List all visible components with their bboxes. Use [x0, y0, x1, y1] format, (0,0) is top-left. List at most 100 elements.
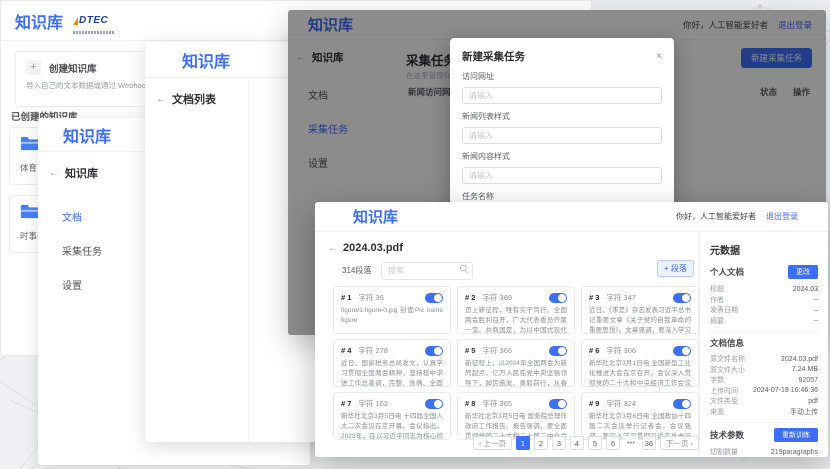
card-text: 近日，《求是》杂志发表习近平总书记重要文章《关于党的自我革命的重要思想》。文章强… — [589, 306, 691, 334]
meta-key: 作者 — [710, 295, 724, 305]
card-number: # 4 — [341, 346, 351, 355]
meta-value: – — [814, 296, 818, 303]
paragraph-card[interactable]: # 5 字符 366 新征程上，以2024年全国两会为新的起点，亿万人民在党中央坚强… — [457, 339, 575, 387]
logout-link[interactable]: 退出登录 — [766, 211, 798, 222]
enable-toggle[interactable] — [549, 346, 567, 356]
close-icon[interactable]: × — [656, 51, 662, 62]
enable-toggle[interactable] — [425, 293, 443, 303]
doc-header: 知识库 你好，人工智能爱好者 退出登录 — [315, 202, 828, 232]
card-text: 新征程上，以2024年全国两会为新的起点，亿万人民在党中央坚强领导下，踔厉奋发、… — [465, 359, 567, 387]
paragraph-card[interactable]: # 7字符 162新华社北京3月5日电 十四届全国人大二次会议在京开幕。会议指出… — [333, 392, 451, 440]
dtec-logo: DTEC — [73, 16, 108, 25]
field-list-style: 新闻列表样式 — [462, 111, 662, 144]
page-number-4[interactable]: 4 — [570, 436, 584, 450]
enable-toggle[interactable] — [673, 399, 691, 409]
back-arrow-icon[interactable] — [156, 94, 166, 105]
field-content-style: 新闻内容样式 — [462, 151, 662, 184]
page-number-last[interactable]: 36 — [642, 436, 656, 450]
enable-toggle[interactable] — [673, 346, 691, 356]
doclist-back-label: 文档列表 — [172, 91, 216, 107]
card-number: # 3 — [589, 293, 599, 302]
add-paragraph-button[interactable]: + 段落 — [657, 260, 694, 277]
card-number: # 6 — [589, 346, 599, 355]
meta-key: 字数 — [710, 375, 724, 385]
change-type-button[interactable]: 更改 — [788, 265, 818, 279]
meta-value: 2024-07-19 16:46:36 — [753, 387, 818, 394]
field-task-name-label: 任务名称 — [462, 191, 662, 202]
card-number: # 8 — [465, 399, 475, 408]
paragraph-card[interactable]: # 1 字符 36 figure/1-figure-0.jpg 封面Pic name… — [333, 286, 451, 334]
card-char-count: 字符 306 — [606, 345, 636, 356]
meta-value: – — [814, 307, 818, 314]
field-content-style-input[interactable] — [462, 167, 662, 184]
card-text: figure/1-figure-0.jpg 封面Pic name figure — [341, 306, 443, 334]
page-number-5[interactable]: 5 — [588, 436, 602, 450]
page-number-3[interactable]: 3 — [552, 436, 566, 450]
next-page-button[interactable]: 下一页 › — [660, 436, 699, 450]
user-greeting: 你好，人工智能爱好者 — [676, 211, 756, 222]
enable-toggle[interactable] — [549, 293, 567, 303]
tech-section-title: 技术参数 — [710, 429, 744, 441]
enable-toggle[interactable] — [673, 293, 691, 303]
card-char-count: 字符 365 — [482, 398, 512, 409]
paragraph-card[interactable]: # 9字符 324新华社北京3月6日电 全国政协十四届二次会议举行记者会。会议强… — [581, 392, 699, 440]
paragraph-count: 314段落 — [342, 265, 371, 276]
field-url-label: 访问网址 — [462, 71, 662, 82]
meta-key: 标题 — [710, 284, 724, 294]
card-char-count: 字符 162 — [358, 398, 388, 409]
dtec-logo-subtext — [73, 31, 115, 34]
page-number-6[interactable]: 6 — [606, 436, 620, 450]
field-list-style-input[interactable] — [462, 127, 662, 144]
page-number-2[interactable]: 2 — [534, 436, 548, 450]
folder-icon — [20, 136, 40, 151]
card-char-count: 字符 366 — [482, 345, 512, 356]
page-number-1[interactable]: 1 — [516, 436, 530, 450]
back-arrow-icon[interactable] — [328, 243, 338, 254]
meta-key: 切割数量 — [710, 447, 738, 457]
card-text: 迈上新征程，唯有实干笃行。全国两会胜利召开，广大代表委员齐聚一堂、共商国是，为以… — [465, 306, 567, 334]
meta-key: 文件类型 — [710, 396, 738, 406]
meta-key: 发表日期 — [710, 305, 738, 315]
back-arrow-icon[interactable] — [49, 168, 59, 179]
search-icon — [459, 264, 469, 274]
sidebar-divider — [248, 78, 249, 442]
enable-toggle[interactable] — [425, 346, 443, 356]
paragraph-card[interactable]: # 4字符 278近日，国家税务总局发文，认真学习贯彻全国两会精神，坚持稳中求进… — [333, 339, 451, 387]
card-char-count: 字符 278 — [358, 345, 388, 356]
dtec-logo-triangle-icon — [73, 17, 78, 25]
field-list-style-label: 新闻列表样式 — [462, 111, 662, 122]
paragraph-card-grid: # 1 字符 36 figure/1-figure-0.jpg 封面Pic name… — [333, 286, 699, 440]
prev-page-button[interactable]: ‹ 上一页 — [473, 436, 512, 450]
paragraph-card[interactable]: # 2字符 369迈上新征程，唯有实干笃行。全国两会胜利召开，广大代表委员齐聚一… — [457, 286, 575, 334]
enable-toggle[interactable] — [549, 399, 567, 409]
meta-value: 7.24 MB — [792, 366, 818, 373]
card-char-count: 字符 36 — [358, 292, 383, 303]
page-ellipsis[interactable]: ••• — [624, 436, 638, 450]
doc-type-label: 个人文档 — [710, 266, 744, 278]
card-number: # 1 — [341, 293, 351, 302]
section-divider — [710, 326, 818, 332]
card-char-count: 字符 369 — [482, 292, 512, 303]
card-char-count: 字符 347 — [606, 292, 636, 303]
enable-toggle[interactable] — [425, 399, 443, 409]
meta-key: 原文件大小 — [710, 365, 745, 375]
modal-title: 新建采集任务 — [462, 49, 525, 64]
desktop-canvas: 知识库 DTEC + 创建知识库 导入自己的文本数据或通过 Webhook 实时… — [0, 0, 830, 469]
card-text: 新华社北京3月1日电 全国新型工业化推进大会在京召开。会议深入贯彻党的二十大和中… — [589, 359, 691, 387]
pagination: ‹ 上一页 1 2 3 4 5 6 ••• 36 下一页 › — [333, 436, 699, 450]
retrain-button[interactable]: 重新训练 — [774, 428, 818, 442]
card-number: # 9 — [589, 399, 599, 408]
meta-value: 2024.03.pdf — [781, 356, 818, 363]
meta-key: 来源 — [710, 407, 724, 417]
folder-icon — [20, 204, 40, 219]
field-url-input[interactable] — [462, 87, 662, 104]
file-info-section-title: 文档信息 — [710, 337, 744, 349]
app-logo-text: 知识库 — [63, 123, 111, 147]
card-number: # 5 — [465, 346, 475, 355]
paragraph-card[interactable]: # 3 字符 347 近日，《求是》杂志发表习近平总书记重要文章《关于党的自我革命的… — [581, 286, 699, 334]
kb-back-label: 知识库 — [65, 165, 98, 181]
meta-value: 手动上传 — [790, 407, 818, 417]
meta-value: – — [814, 317, 818, 324]
paragraph-card[interactable]: # 6 字符 306 新华社北京3月1日电 全国新型工业化推进大会在京召开。会议深入… — [581, 339, 699, 387]
paragraph-card[interactable]: # 8字符 365新华社北京3月5日电 国务院总理作政府工作报告。报告强调，要全… — [457, 392, 575, 440]
